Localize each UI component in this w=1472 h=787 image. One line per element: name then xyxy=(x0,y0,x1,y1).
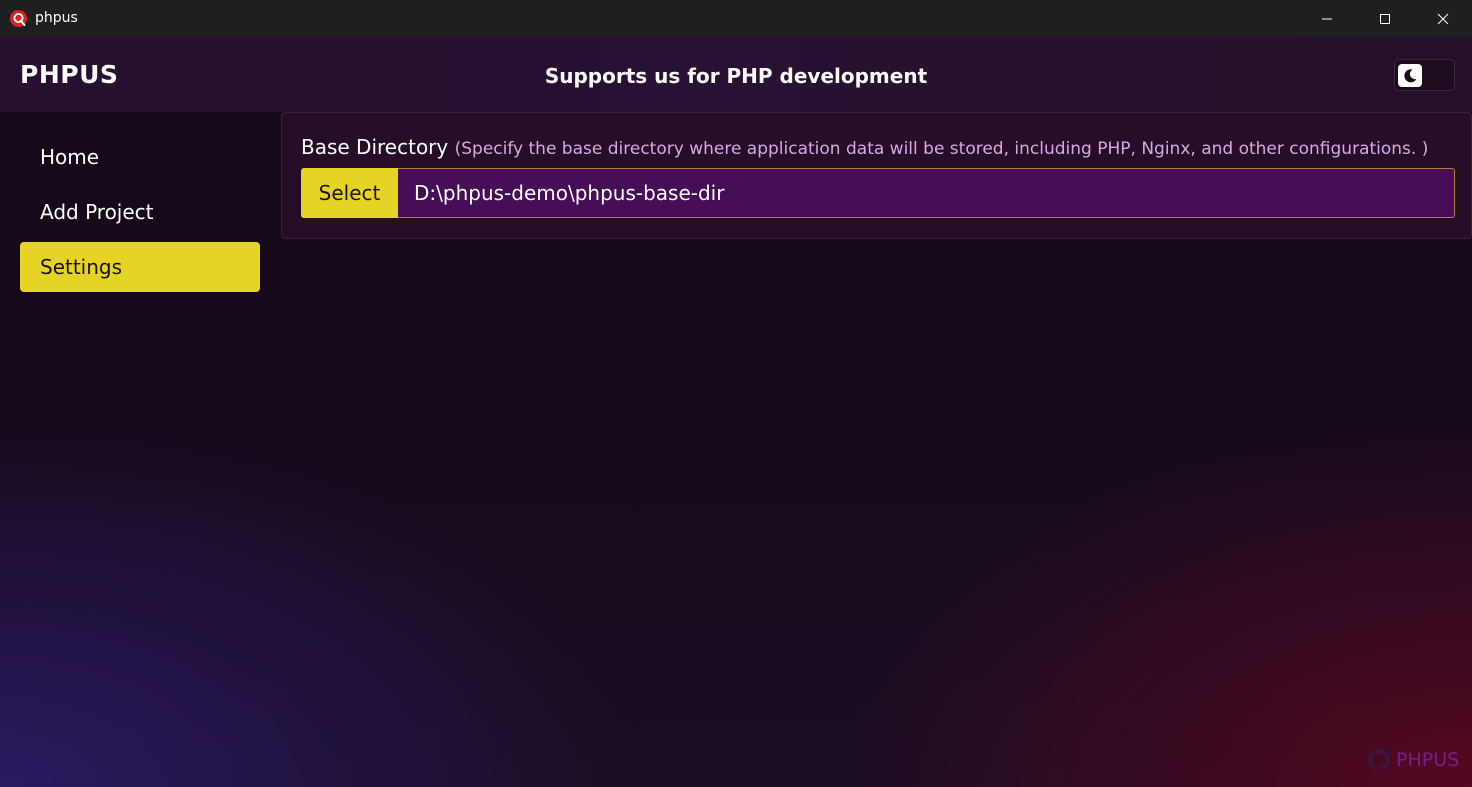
sidebar-item-add-project[interactable]: Add Project xyxy=(20,187,260,237)
close-icon xyxy=(1437,13,1449,24)
sidebar-item-label: Settings xyxy=(40,255,123,279)
github-icon xyxy=(1368,749,1390,771)
footer-github-link[interactable]: PHPUS xyxy=(1368,749,1459,771)
minimize-button[interactable] xyxy=(1298,0,1356,37)
sidebar-item-label: Home xyxy=(40,145,100,169)
base-directory-label-row: Base Directory (Specify the base directo… xyxy=(301,135,1428,159)
theme-toggle[interactable] xyxy=(1394,59,1455,91)
theme-toggle-knob xyxy=(1398,64,1422,87)
app-icon xyxy=(10,10,27,27)
select-directory-button[interactable]: Select xyxy=(301,168,398,218)
app-header: PHPUS Supports us for PHP development xyxy=(0,37,1472,112)
maximize-icon xyxy=(1380,13,1390,24)
base-directory-input[interactable] xyxy=(398,168,1455,218)
footer-brand-text: PHPUS xyxy=(1396,749,1460,771)
base-directory-hint: (Specify the base directory where applic… xyxy=(454,139,1429,159)
window-titlebar: phpus xyxy=(0,0,1472,37)
sidebar-item-settings[interactable]: Settings xyxy=(20,242,260,292)
header-title: Supports us for PHP development xyxy=(544,64,928,88)
moon-icon xyxy=(1404,68,1417,82)
base-directory-label: Base Directory xyxy=(301,135,449,159)
close-button[interactable] xyxy=(1414,0,1472,37)
base-directory-card: Base Directory (Specify the base directo… xyxy=(281,112,1472,239)
sidebar: Home Add Project Settings xyxy=(0,112,280,787)
sidebar-item-home[interactable]: Home xyxy=(20,132,260,182)
app-window: PHPUS Supports us for PHP development Ho… xyxy=(0,37,1472,787)
sidebar-item-label: Add Project xyxy=(40,200,154,224)
window-title: phpus xyxy=(35,10,78,26)
minimize-icon xyxy=(1322,18,1332,19)
maximize-button[interactable] xyxy=(1356,0,1414,37)
